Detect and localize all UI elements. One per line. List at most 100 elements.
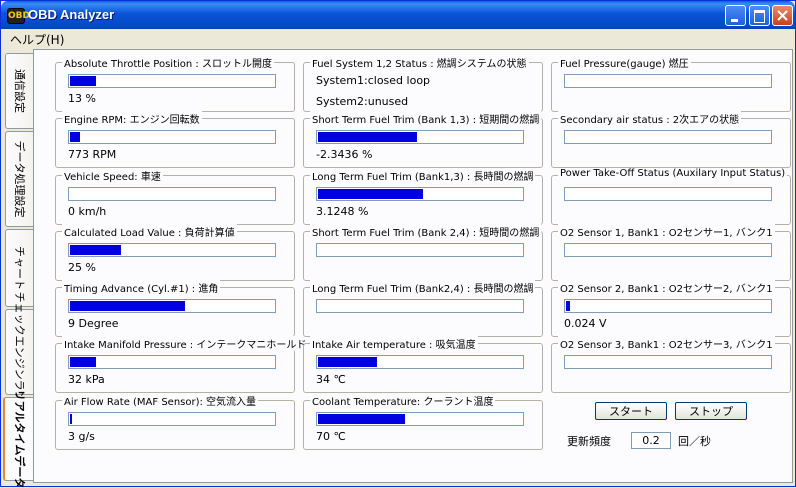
o2-sensor2-group: O2 Sensor 2, Bank1 : O2センサー2, バンク1 0.024… [551, 280, 791, 337]
timing-advance-label: Timing Advance (Cyl.#1) : 進角 [62, 280, 221, 295]
intake-air-temp-group: Intake Air temperature : 吸気温度 34 ℃ [303, 336, 543, 393]
vehicle-speed-group: Vehicle Speed: 車速 0 km/h [55, 168, 295, 225]
manifold-pressure-value: 32 kPa [68, 373, 105, 386]
timing-advance-fill [70, 301, 185, 311]
o2-sensor1-bar [564, 243, 772, 257]
close-button[interactable] [772, 5, 793, 26]
update-frequency-input[interactable]: 0.2 [631, 432, 671, 449]
intake-air-temp-fill [318, 357, 377, 367]
intake-air-temp-label: Intake Air temperature : 吸気温度 [310, 336, 478, 351]
start-button[interactable]: スタート [595, 402, 667, 420]
menu-help[interactable]: ヘルプ(H) [10, 31, 64, 48]
stop-button[interactable]: ストップ [675, 402, 747, 420]
timing-advance-bar [68, 299, 276, 313]
intake-air-temp-value: 34 ℃ [316, 373, 346, 386]
o2-sensor3-label: O2 Sensor 3, Bank1 : O2センサー3, バンク1 [558, 336, 775, 351]
air-flow-rate-value: 3 g/s [68, 430, 95, 443]
minimize-button[interactable] [725, 5, 746, 26]
coolant-temp-label: Coolant Temperature: クーラント温度 [310, 393, 496, 408]
long-term-fuel-trim-b13-group: Long Term Fuel Trim (Bank1,3) : 長時間の燃調 3… [303, 168, 543, 225]
vehicle-speed-bar [68, 187, 276, 201]
menu-bar: ヘルプ(H) [2, 29, 794, 47]
power-take-off-group: Power Take-Off Status (Auxilary Input St… [551, 168, 791, 225]
engine-rpm-label: Engine RPM: エンジン回転数 [62, 111, 202, 126]
air-flow-rate-label: Air Flow Rate (MAF Sensor): 空気流入量 [62, 393, 259, 408]
long-term-fuel-trim-b13-label: Long Term Fuel Trim (Bank1,3) : 長時間の燃調 [310, 168, 536, 183]
load-value-group: Calculated Load Value : 負荷計算値 25 % [55, 224, 295, 281]
short-term-fuel-trim-b13-bar [316, 130, 524, 144]
fuel-pressure-group: Fuel Pressure(gauge) 燃圧 [551, 55, 791, 112]
window-title: OBD Analyzer [28, 7, 115, 22]
tab-communication-settings[interactable]: 通信設定 [5, 53, 33, 129]
throttle-position-value: 13 % [68, 92, 96, 105]
fuel-system-status-group: Fuel System 1,2 Status : 燃調システムの状態 Syste… [303, 55, 543, 112]
power-take-off-label: Power Take-Off Status (Auxilary Input St… [558, 168, 788, 179]
manifold-pressure-fill [70, 357, 96, 367]
o2-sensor2-value: 0.024 V [564, 317, 607, 330]
power-take-off-bar [564, 187, 772, 201]
long-term-fuel-trim-b13-bar [316, 187, 524, 201]
fuel-system1-status: System1:closed loop [316, 74, 431, 87]
short-term-fuel-trim-b13-fill [318, 132, 417, 142]
load-value-label: Calculated Load Value : 負荷計算値 [62, 224, 237, 239]
engine-rpm-group: Engine RPM: エンジン回転数 773 RPM [55, 111, 295, 168]
air-flow-rate-fill [70, 414, 72, 424]
tab-check-engine-lamp[interactable]: チェックエンジンランプ [5, 292, 33, 412]
coolant-temp-value: 70 ℃ [316, 430, 346, 443]
long-term-fuel-trim-b24-group: Long Term Fuel Trim (Bank2,4) : 長時間の燃調 [303, 280, 543, 337]
short-term-fuel-trim-b13-value: -2.3436 % [316, 148, 373, 161]
o2-sensor1-group: O2 Sensor 1, Bank1 : O2センサー1, バンク1 [551, 224, 791, 281]
vehicle-speed-value: 0 km/h [68, 205, 107, 218]
timing-advance-value: 9 Degree [68, 317, 119, 330]
secondary-air-label: Secondary air status : 2次エアの状態 [558, 111, 742, 126]
app-window: OBD OBD Analyzer ヘルプ(H) 通信設定 データ処理設定 チャー… [0, 0, 796, 488]
timing-advance-group: Timing Advance (Cyl.#1) : 進角 9 Degree [55, 280, 295, 337]
maximize-button[interactable] [749, 5, 770, 26]
tab-data-processing-settings[interactable]: データ処理設定 [5, 131, 33, 227]
o2-sensor2-fill [566, 301, 570, 311]
load-value-bar [68, 243, 276, 257]
title-bar[interactable]: OBD OBD Analyzer [1, 1, 795, 29]
manifold-pressure-group: Intake Manifold Pressure : インテークマニホールド 3… [55, 336, 309, 393]
long-term-fuel-trim-b24-label: Long Term Fuel Trim (Bank2,4) : 長時間の燃調 [310, 280, 536, 295]
short-term-fuel-trim-b13-label: Short Term Fuel Trim (Bank 1,3) : 短期間の燃調 [310, 111, 542, 126]
short-term-fuel-trim-b13-group: Short Term Fuel Trim (Bank 1,3) : 短期間の燃調… [303, 111, 543, 168]
air-flow-rate-bar [68, 412, 276, 426]
throttle-position-label: Absolute Throttle Position : スロットル開度 [62, 55, 274, 70]
manifold-pressure-bar [68, 355, 276, 369]
load-value-fill [70, 245, 121, 255]
short-term-fuel-trim-b24-group: Short Term Fuel Trim (Bank 2,4) : 短時間の燃調 [303, 224, 543, 281]
manifold-pressure-label: Intake Manifold Pressure : インテークマニホールド [62, 336, 309, 351]
tab-realtime-data[interactable]: リアルタイムデータ [3, 390, 35, 488]
engine-rpm-bar [68, 130, 276, 144]
long-term-fuel-trim-b24-bar [316, 299, 524, 313]
secondary-air-group: Secondary air status : 2次エアの状態 [551, 111, 791, 168]
engine-rpm-fill [70, 132, 80, 142]
update-frequency-label: 更新頻度 [567, 435, 611, 448]
o2-sensor1-label: O2 Sensor 1, Bank1 : O2センサー1, バンク1 [558, 224, 775, 239]
throttle-position-bar [68, 74, 276, 88]
coolant-temp-group: Coolant Temperature: クーラント温度 70 ℃ [303, 393, 543, 450]
o2-sensor2-bar [564, 299, 772, 313]
long-term-fuel-trim-b13-fill [318, 189, 423, 199]
vertical-tab-strip: 通信設定 データ処理設定 チャート チェックエンジンランプ リアルタイムデータ [3, 49, 35, 488]
vehicle-speed-label: Vehicle Speed: 車速 [62, 168, 163, 183]
app-icon: OBD [7, 8, 30, 24]
long-term-fuel-trim-b13-value: 3.1248 % [316, 205, 369, 218]
fuel-pressure-bar [564, 74, 772, 88]
short-term-fuel-trim-b24-bar [316, 243, 524, 257]
coolant-temp-bar [316, 412, 524, 426]
secondary-air-bar [564, 130, 772, 144]
air-flow-rate-group: Air Flow Rate (MAF Sensor): 空気流入量 3 g/s [55, 393, 295, 450]
fuel-system-status-label: Fuel System 1,2 Status : 燃調システムの状態 [310, 55, 529, 70]
throttle-position-fill [70, 76, 96, 86]
close-icon [777, 10, 788, 21]
o2-sensor3-group: O2 Sensor 3, Bank1 : O2センサー3, バンク1 [551, 336, 791, 393]
short-term-fuel-trim-b24-label: Short Term Fuel Trim (Bank 2,4) : 短時間の燃調 [310, 224, 542, 239]
throttle-position-group: Absolute Throttle Position : スロットル開度 13 … [55, 55, 295, 112]
update-frequency-unit: 回／秒 [678, 435, 711, 448]
coolant-temp-fill [318, 414, 405, 424]
o2-sensor3-bar [564, 355, 772, 369]
minimize-icon [731, 19, 738, 22]
intake-air-temp-bar [316, 355, 524, 369]
